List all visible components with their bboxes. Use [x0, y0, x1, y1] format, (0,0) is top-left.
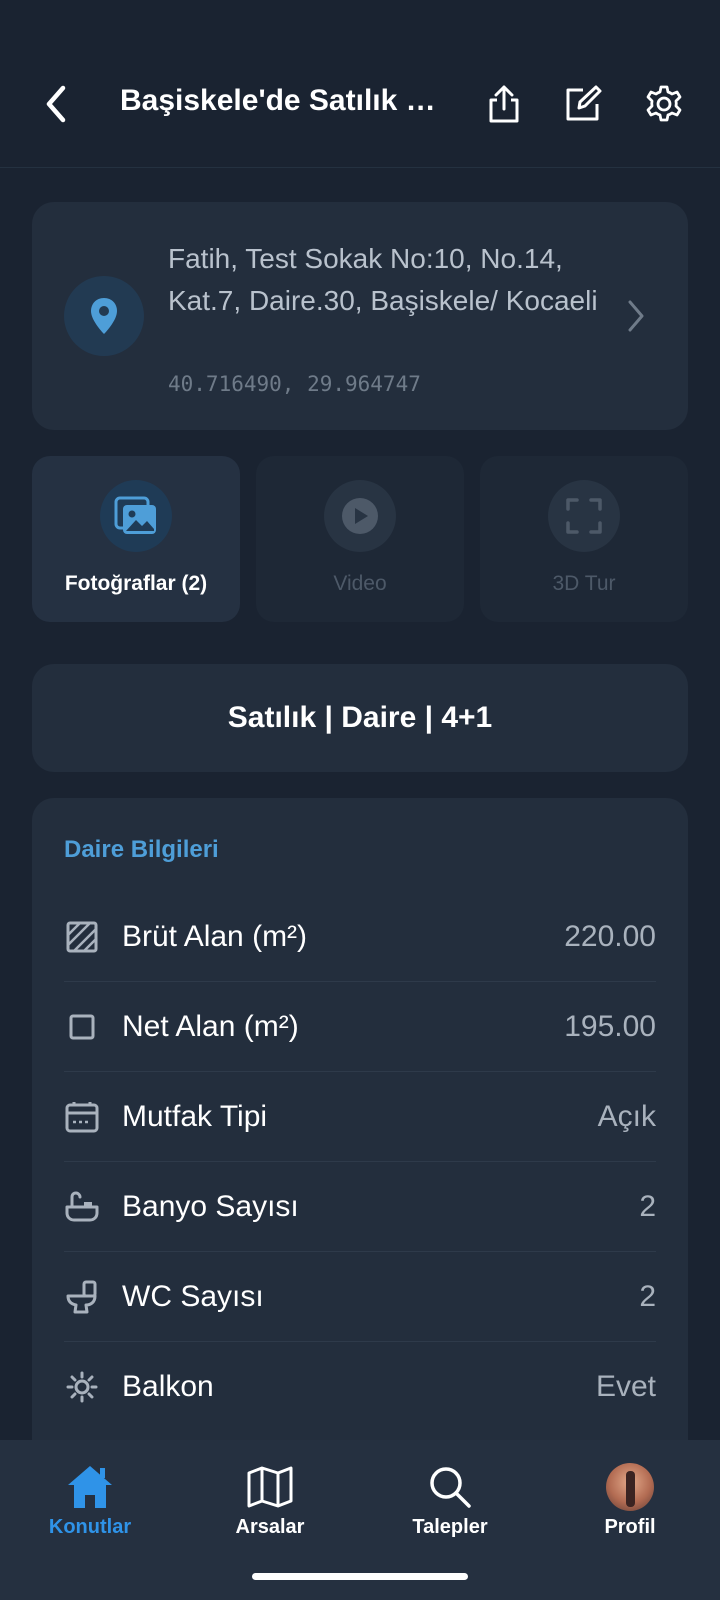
- info-label: Net Alan (m²): [122, 1009, 299, 1043]
- nav-item-profil[interactable]: Profil: [560, 1462, 700, 1552]
- info-value: 220.00: [564, 919, 656, 953]
- nav-label: Profil: [604, 1516, 656, 1538]
- info-row-net-area: Net Alan (m²) 195.00: [64, 982, 656, 1072]
- chevron-right-icon: [628, 300, 644, 332]
- info-row-kitchen-type: Mutfak Tipi Açık: [64, 1072, 656, 1162]
- info-label: Brüt Alan (m²): [122, 919, 308, 953]
- location-address: Fatih, Test Sokak No:10, No.14, Kat.7, D…: [168, 243, 598, 316]
- listing-summary: Satılık | Daire | 4+1: [227, 701, 493, 734]
- nav-label: Talepler: [412, 1516, 488, 1538]
- sun-icon: [66, 1371, 98, 1403]
- apartment-info-card: Daire Bilgileri Brüt Alan (m²) 220.00 Ne…: [32, 798, 688, 1458]
- info-value: Açık: [597, 1099, 656, 1133]
- tour-icon-badge: [548, 480, 620, 552]
- back-button[interactable]: [28, 76, 84, 132]
- settings-button[interactable]: [636, 76, 692, 132]
- listing-summary-card: Satılık | Daire | 4+1: [32, 664, 688, 772]
- info-row-gross-area: Brüt Alan (m²) 220.00: [64, 892, 656, 982]
- share-button[interactable]: [476, 76, 532, 132]
- video-label: Video: [333, 572, 387, 595]
- photos-icon-badge: [100, 480, 172, 552]
- bathtub-icon: [65, 1190, 99, 1221]
- info-value: 2: [639, 1279, 656, 1313]
- fullscreen-icon: [566, 498, 602, 534]
- play-icon: [342, 498, 378, 534]
- edit-icon: [566, 85, 602, 121]
- map-icon: [247, 1466, 293, 1508]
- info-label: WC Sayısı: [122, 1279, 264, 1313]
- nav-label: Arsalar: [235, 1516, 305, 1538]
- toilet-icon: [66, 1280, 97, 1313]
- share-icon: [489, 85, 519, 123]
- location-pin-badge: [64, 276, 144, 356]
- info-label: Balkon: [122, 1370, 214, 1403]
- oven-icon: [65, 1101, 99, 1132]
- video-icon-badge: [324, 480, 396, 552]
- home-icon: [68, 1466, 112, 1508]
- avatar: [606, 1463, 654, 1511]
- nav-label: Konutlar: [48, 1516, 132, 1538]
- square-icon: [69, 1014, 95, 1039]
- app-header: Başiskele'de Satılık 4+1: [0, 0, 720, 168]
- edit-button[interactable]: [555, 76, 611, 132]
- nav-item-talepler[interactable]: Talepler: [380, 1462, 520, 1552]
- hatched-square-icon: [66, 921, 98, 952]
- tour-label: 3D Tur: [552, 572, 616, 595]
- photos-tile[interactable]: Fotoğraflar (2): [32, 456, 240, 622]
- tour-3d-tile[interactable]: 3D Tur: [480, 456, 688, 622]
- info-row-balcony: Balkon Evet: [64, 1342, 656, 1432]
- info-row-wc: WC Sayısı 2: [64, 1252, 656, 1342]
- nav-item-konutlar[interactable]: Konutlar: [20, 1462, 160, 1552]
- photos-icon: [114, 496, 156, 534]
- location-coordinates: 40.716490, 29.964747: [168, 372, 421, 396]
- page-title: Başiskele'de Satılık 4+1: [120, 84, 450, 117]
- home-indicator: [252, 1573, 468, 1580]
- info-label: Mutfak Tipi: [122, 1099, 268, 1133]
- location-card[interactable]: Fatih, Test Sokak No:10, No.14, Kat.7, D…: [32, 202, 688, 430]
- info-value: 195.00: [564, 1009, 656, 1043]
- info-row-bathrooms: Banyo Sayısı 2: [64, 1162, 656, 1252]
- info-label: Banyo Sayısı: [122, 1189, 299, 1223]
- info-value: 2: [639, 1189, 656, 1223]
- chevron-left-icon: [46, 85, 66, 123]
- info-value: Evet: [595, 1370, 656, 1403]
- photos-label: Fotoğraflar (2): [64, 572, 208, 595]
- gear-icon: [646, 85, 682, 122]
- map-pin-icon: [91, 298, 117, 334]
- video-tile[interactable]: Video: [256, 456, 464, 622]
- section-title: Daire Bilgileri: [64, 836, 219, 863]
- search-icon: [430, 1467, 471, 1508]
- nav-item-arsalar[interactable]: Arsalar: [200, 1462, 340, 1552]
